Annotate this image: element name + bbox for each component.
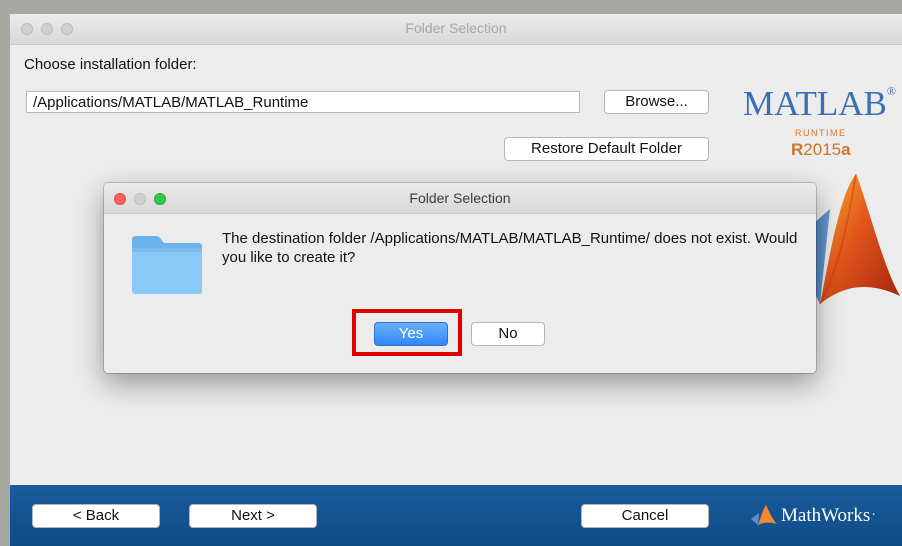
release-label: R2015a bbox=[791, 140, 851, 159]
matlab-runtime-logo: MATLAB® RUNTIME R2015a bbox=[743, 84, 902, 159]
choose-folder-label: Choose installation folder: bbox=[24, 56, 197, 73]
window-title: Folder Selection bbox=[405, 20, 507, 36]
window-titlebar: Folder Selection bbox=[10, 14, 902, 45]
mathworks-membrane-icon bbox=[751, 505, 777, 525]
matlab-logo-text: MATLAB® bbox=[743, 84, 897, 123]
folder-path-input[interactable] bbox=[26, 91, 580, 113]
restore-default-folder-button[interactable]: Restore Default Folder bbox=[504, 137, 709, 161]
yes-highlight-box bbox=[352, 309, 462, 356]
dialog-title: Folder Selection bbox=[409, 190, 511, 206]
mathworks-logo: MathWorks · bbox=[751, 505, 876, 527]
folder-icon bbox=[132, 236, 202, 294]
browse-button[interactable]: Browse... bbox=[604, 90, 709, 114]
no-button[interactable]: No bbox=[471, 322, 545, 346]
next-button[interactable]: Next > bbox=[189, 504, 317, 528]
back-button[interactable]: < Back bbox=[32, 504, 160, 528]
dialog-message: The destination folder /Applications/MAT… bbox=[222, 230, 798, 266]
cancel-button[interactable]: Cancel bbox=[581, 504, 709, 528]
runtime-subtitle: RUNTIME bbox=[795, 128, 847, 138]
mathworks-mark: · bbox=[871, 508, 876, 523]
dialog-titlebar: Folder Selection bbox=[104, 183, 816, 214]
mathworks-text: MathWorks bbox=[781, 505, 871, 526]
footer-bar: < Back Next > Cancel MathWorks · bbox=[10, 485, 902, 546]
